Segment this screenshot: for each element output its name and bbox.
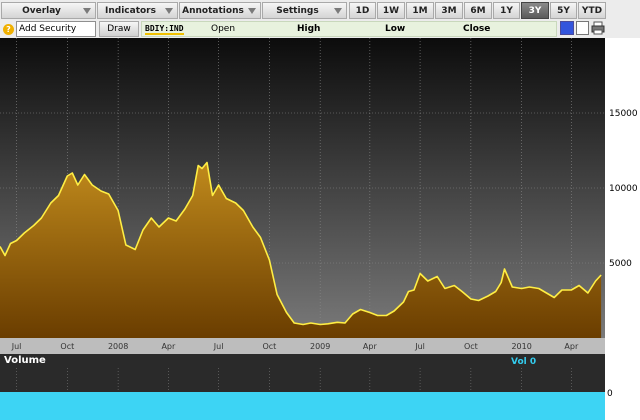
axis-panel bbox=[605, 38, 640, 354]
x-tick-label: 2008 bbox=[108, 342, 128, 351]
range-button-6m[interactable]: 6M bbox=[464, 2, 492, 19]
chevron-down-icon bbox=[165, 8, 173, 14]
annotations-dropdown[interactable]: Annotations bbox=[179, 2, 261, 19]
volume-bar bbox=[0, 392, 605, 420]
y-tick-label: 10000 bbox=[609, 184, 638, 194]
range-button-5y[interactable]: 5Y bbox=[550, 2, 577, 19]
high-label: High bbox=[297, 24, 321, 34]
indicators-dropdown[interactable]: Indicators bbox=[97, 2, 178, 19]
x-tick-label: Jul bbox=[11, 342, 22, 351]
range-button-1w[interactable]: 1W bbox=[377, 2, 405, 19]
volume-value: Vol 0 bbox=[511, 357, 537, 367]
x-tick-label: Jul bbox=[213, 342, 224, 351]
x-tick-label: Apr bbox=[363, 342, 378, 351]
y-tick-label: 15000 bbox=[609, 109, 638, 119]
print-icon[interactable] bbox=[591, 21, 605, 35]
indicators-label: Indicators bbox=[105, 5, 156, 16]
range-button-3y[interactable]: 3Y bbox=[521, 2, 549, 19]
chevron-down-icon bbox=[83, 8, 91, 14]
x-tick-label: 2009 bbox=[310, 342, 330, 351]
chart-color-icon[interactable] bbox=[560, 21, 574, 35]
x-tick-label: Oct bbox=[262, 342, 276, 351]
overlay-label: Overlay bbox=[22, 5, 61, 16]
overlay-dropdown[interactable]: Overlay bbox=[1, 2, 96, 19]
open-label: Open bbox=[211, 24, 236, 34]
range-button-1m[interactable]: 1M bbox=[406, 2, 434, 19]
ticker-label: BDIY:IND bbox=[145, 24, 184, 35]
y-tick-label: 5000 bbox=[609, 259, 632, 269]
x-tick-label: Apr bbox=[161, 342, 176, 351]
x-tick-label: Apr bbox=[564, 342, 579, 351]
top-toolbar: Overlay Indicators Annotations Settings … bbox=[0, 0, 640, 20]
x-tick-label: 2010 bbox=[511, 342, 531, 351]
volume-axis-panel bbox=[605, 354, 640, 420]
help-icon[interactable]: ? bbox=[3, 24, 14, 35]
volume-panel: 0 bbox=[0, 354, 640, 420]
range-button-1d[interactable]: 1D bbox=[349, 2, 376, 19]
chart-style-icon[interactable] bbox=[576, 21, 589, 35]
settings-label: Settings bbox=[276, 5, 319, 16]
volume-label: Volume bbox=[4, 355, 46, 366]
draw-button[interactable]: Draw bbox=[99, 21, 139, 37]
annotations-label: Annotations bbox=[182, 5, 244, 16]
chevron-down-icon bbox=[248, 8, 256, 14]
volume-axis-tick: 0 bbox=[607, 389, 613, 399]
range-button-ytd[interactable]: YTD bbox=[578, 2, 606, 19]
range-button-1y[interactable]: 1Y bbox=[493, 2, 520, 19]
x-tick-label: Jul bbox=[414, 342, 425, 351]
quote-bar: BDIY:IND Open High Low Close bbox=[141, 21, 557, 37]
x-tick-label: Oct bbox=[464, 342, 478, 351]
price-chart: 5000 10000 15000 Jul Oct 2008 Apr Jul Oct 2009 Ap… bbox=[0, 38, 640, 354]
x-tick-label: Oct bbox=[60, 342, 74, 351]
close-label: Close bbox=[463, 24, 491, 34]
range-button-3m[interactable]: 3M bbox=[435, 2, 463, 19]
chevron-down-icon bbox=[334, 8, 342, 14]
add-security-input[interactable] bbox=[16, 21, 96, 37]
low-label: Low bbox=[385, 24, 406, 34]
security-bar: ? Draw BDIY:IND Open High Low Close bbox=[0, 20, 640, 38]
settings-dropdown[interactable]: Settings bbox=[262, 2, 347, 19]
